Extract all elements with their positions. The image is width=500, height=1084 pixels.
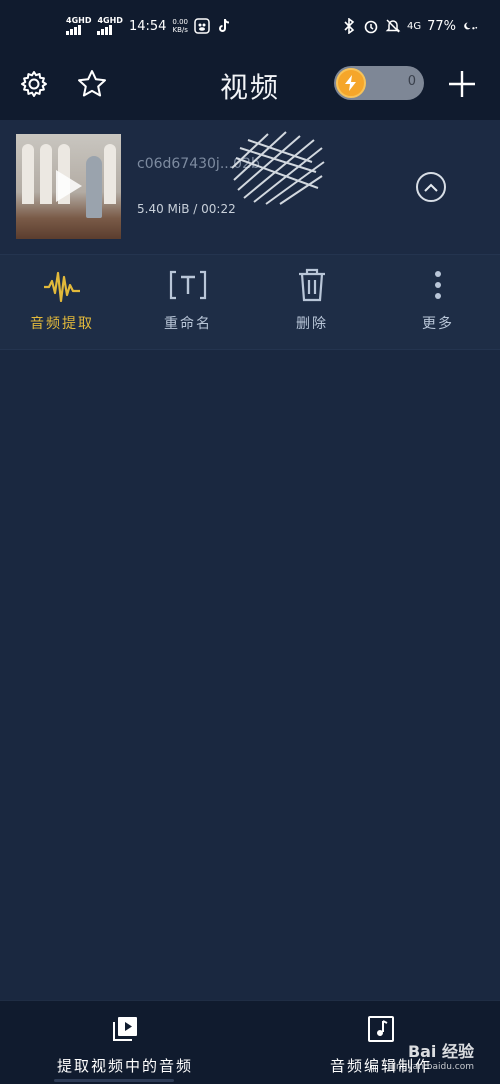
video-play-icon (50, 1013, 200, 1045)
energy-count: 0 (407, 74, 416, 89)
moon-icon (462, 18, 478, 34)
baidu-app-icon (194, 18, 210, 34)
trash-icon (262, 267, 362, 303)
mute-icon (385, 18, 401, 34)
status-right: 4G 77% (341, 18, 478, 34)
status-bar: 4GHD 4GHD 14:54 0.00 KB/s 4G 77% (0, 0, 500, 52)
nav-extract-label: 提取视频中的音频 (56, 1057, 193, 1075)
page-title: 视频 (219, 71, 280, 104)
energy-toggle[interactable]: 0 (334, 66, 424, 100)
clock: 14:54 (128, 18, 167, 34)
more-button[interactable]: 更多 (388, 267, 488, 333)
lightning-icon (336, 68, 366, 98)
more-label: 更多 (422, 316, 454, 332)
battery-percent: 77% (427, 18, 456, 34)
redaction-scribble (231, 131, 325, 205)
add-button[interactable] (442, 66, 482, 106)
app-header: 视频 0 (0, 52, 500, 120)
alarm-icon (363, 18, 379, 34)
tiktok-icon (216, 18, 232, 34)
bottom-nav: 提取视频中的音频 音频编辑制作 Bai 经验 jingyan.baidu.com (0, 1000, 500, 1084)
waveform-icon (12, 267, 112, 303)
collapse-button[interactable] (416, 172, 446, 202)
rename-label: 重命名 (164, 316, 212, 332)
bluetooth-icon (341, 18, 357, 34)
nav-extract-video-audio[interactable]: 提取视频中的音频 (50, 1013, 200, 1076)
network-type: 4G (406, 20, 422, 32)
play-icon[interactable] (56, 170, 82, 202)
action-row: 音频提取 重命名 删除 更多 (0, 254, 500, 350)
signal-sim2-icon: 4GHD (97, 17, 123, 35)
plus-icon (447, 69, 477, 103)
video-meta: 5.40 MiB / 00:22 (137, 202, 236, 216)
nav-selected-indicator (54, 1079, 174, 1082)
watermark-url: jingyan.baidu.com (390, 1062, 474, 1072)
rename-button[interactable]: 重命名 (138, 267, 238, 333)
person-figure (86, 156, 102, 218)
extract-audio-button[interactable]: 音频提取 (12, 267, 112, 333)
watermark-brand: Bai 经验 (407, 1042, 474, 1061)
chevron-up-icon (424, 178, 438, 197)
content-area (0, 351, 500, 1000)
text-rename-icon (138, 267, 238, 303)
extract-audio-label: 音频提取 (30, 316, 94, 332)
delete-label: 删除 (296, 316, 328, 332)
more-vertical-icon (388, 267, 488, 303)
signal-sim1-icon: 4GHD (66, 17, 91, 35)
video-thumbnail[interactable] (16, 134, 121, 239)
baidu-watermark: Bai 经验 jingyan.baidu.com (391, 1038, 474, 1072)
delete-button[interactable]: 删除 (262, 267, 362, 333)
status-left: 4GHD 4GHD 14:54 0.00 KB/s (66, 17, 232, 35)
net-speed: 0.00 KB/s (172, 18, 188, 34)
